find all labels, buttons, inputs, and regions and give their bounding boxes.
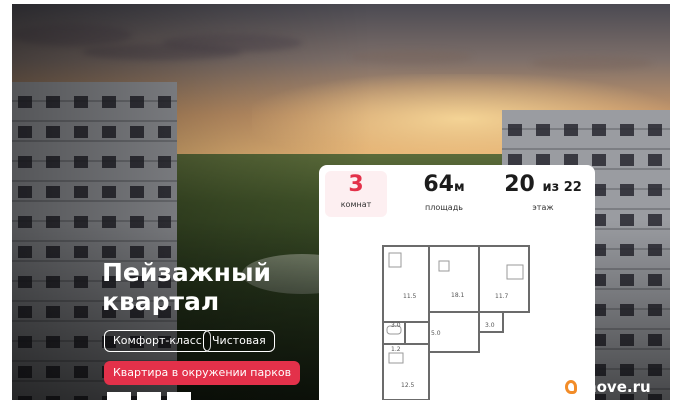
complex-title: Пейзажный квартал: [102, 258, 271, 316]
tag-comfort-class: Комфорт-класс: [104, 330, 211, 352]
highlight-badge: Квартира в окружении парков: [104, 361, 301, 385]
furniture: [438, 260, 450, 272]
apartment-stats: 3 комнат 64м площадь 20 из 22 этаж: [319, 165, 595, 221]
house-logo-icon: [565, 380, 577, 394]
floor-stat: 20 из 22 этаж: [491, 165, 595, 221]
floor-value: 20: [504, 172, 535, 197]
tag-finishing: Чистовая: [203, 330, 275, 352]
move-ru-logo[interactable]: move.ru: [565, 377, 651, 397]
room-area-label: 3.0: [391, 322, 401, 329]
area-stat: 64м площадь: [399, 165, 489, 221]
room-area-label: 11.7: [495, 293, 509, 300]
furniture: [506, 264, 524, 280]
room-area-label: 5.0: [431, 330, 441, 337]
floor-label: этаж: [532, 203, 554, 212]
complex-title-line: Пейзажный: [102, 258, 272, 287]
room-area-label: 1.2: [391, 346, 401, 353]
room-area-label: 3.0: [485, 322, 495, 329]
rooms-stat: 3 комнат: [325, 171, 387, 217]
room-area-label: 11.5: [403, 293, 417, 300]
promo-banner[interactable]: Пейзажный квартал Комфорт-класс Чистовая…: [12, 4, 670, 400]
price-partial: [107, 392, 197, 400]
floor-plan[interactable]: 11.5 18.1 11.7 3.0 1.2 5.0 3.0 12.5: [319, 231, 595, 400]
room-area-label: 18.1: [451, 292, 465, 299]
room-outline: [382, 245, 430, 323]
area-value: 64: [423, 172, 454, 197]
cloud: [532, 56, 652, 70]
furniture: [388, 252, 402, 268]
area-unit: м: [453, 180, 465, 195]
rooms-value: 3: [348, 172, 364, 197]
logo-text: move.ru: [581, 378, 651, 396]
room-outline: [428, 245, 480, 313]
furniture: [388, 352, 404, 364]
apartment-card[interactable]: 3 комнат 64м площадь 20 из 22 этаж 11.5 …: [319, 165, 595, 400]
area-label: площадь: [425, 203, 463, 212]
room-outline: [382, 343, 430, 400]
complex-title-line: квартал: [102, 287, 220, 316]
rooms-label: комнат: [340, 200, 372, 209]
room-area-label: 12.5: [401, 382, 415, 389]
floor-total: из 22: [542, 180, 582, 195]
